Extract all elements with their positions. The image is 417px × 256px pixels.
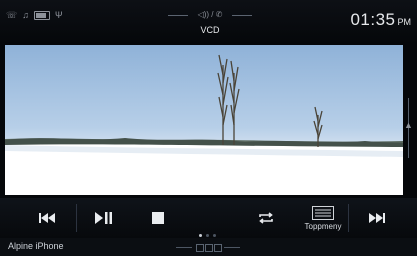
top-menu-button[interactable]: Toppmeny [298, 198, 348, 238]
divider [348, 204, 349, 232]
video-frame-image [5, 54, 403, 195]
screen-mode-icon [214, 244, 222, 252]
status-bar: ☏ ♫ Ψ ◁)) / ✆ VCD 01:35 PM [0, 0, 417, 44]
previous-track-icon [39, 213, 55, 223]
play-pause-button[interactable] [84, 198, 124, 238]
video-area[interactable] [5, 45, 403, 195]
clock-ampm: PM [397, 17, 412, 27]
side-panel-slider[interactable]: ▲ [403, 98, 415, 158]
next-track-icon [369, 213, 385, 223]
signal-icon: Ψ [55, 10, 63, 20]
audio-source-icons[interactable]: ◁)) / ✆ [168, 10, 252, 19]
bluetooth-audio-icon: ♫ [22, 10, 30, 20]
menu-list-icon [312, 205, 334, 220]
playback-controls: Toppmeny [0, 198, 417, 238]
device-name: Alpine iPhone [8, 241, 64, 251]
repeat-button[interactable] [246, 198, 286, 238]
bluetooth-phone-icon: ☏ [6, 10, 18, 20]
page-dot [213, 234, 216, 237]
stop-icon [152, 212, 164, 224]
chevron-up-icon[interactable]: ▲ [404, 120, 413, 130]
top-menu-label: Toppmeny [304, 221, 342, 231]
page-indicator [199, 234, 216, 237]
clock: 01:35 PM [350, 10, 411, 30]
stop-button[interactable] [138, 198, 178, 238]
previous-track-button[interactable] [28, 198, 68, 238]
next-track-button[interactable] [356, 198, 396, 238]
play-pause-icon [95, 212, 112, 224]
page-dot [206, 234, 209, 237]
source-label: VCD [200, 25, 220, 35]
screen-mode-icon [196, 244, 204, 252]
screen-mode-icon [205, 244, 213, 252]
vcd-player-screen: ☏ ♫ Ψ ◁)) / ✆ VCD 01:35 PM ▲ Toppmeny Al… [0, 0, 417, 256]
bottom-bar: Alpine iPhone [0, 238, 417, 256]
clock-time: 01:35 [350, 10, 396, 29]
repeat-icon [259, 212, 273, 224]
divider [76, 204, 77, 232]
battery-icon [34, 10, 51, 20]
screen-mode-icons[interactable] [176, 244, 240, 252]
status-icons: ☏ ♫ Ψ [6, 10, 63, 20]
page-dot [199, 234, 202, 237]
